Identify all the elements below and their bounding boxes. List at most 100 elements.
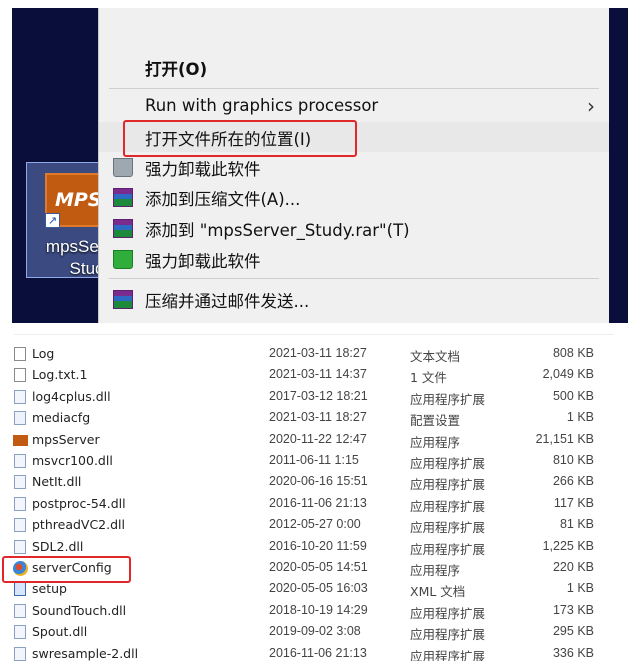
file-size: 295 KB [552, 624, 594, 639]
file-date-modified: 2020-11-22 12:47 [269, 431, 367, 446]
mps-app-icon [13, 434, 28, 446]
file-type: 应用程序扩展 [410, 627, 486, 643]
menu-separator [109, 88, 599, 89]
context-menu: 打开(O) Run with graphics processor › 打开文件… [98, 8, 609, 323]
menu-item-label: 添加到 "mpsServer_Study.rar"(T) [145, 221, 410, 240]
menu-item-add-to-archive[interactable]: 添加到压缩文件(A)... [99, 182, 609, 212]
dll-icon [14, 475, 26, 490]
file-type: 1 文件 [410, 370, 447, 386]
file-type: 文本文档 [410, 349, 461, 364]
file-size: 808 KB [552, 346, 594, 360]
dll-icon [14, 389, 26, 404]
file-date-modified: 2021-03-11 18:27 [269, 410, 367, 425]
menu-item-label: 添加到压缩文件(A)... [145, 190, 301, 209]
winrar-icon [113, 290, 133, 309]
file-type: 应用程序扩展 [410, 391, 486, 407]
file-date-modified: 2017-03-12 18:21 [269, 388, 368, 403]
file-row[interactable]: pthreadVC2.dll 2012-05-27 0:00 应用程序扩展 81 KB [0, 515, 628, 536]
file-date-modified: 2020-05-05 16:03 [269, 581, 368, 596]
file-size: 220 KB [552, 560, 594, 574]
file-icon [14, 368, 26, 383]
file-name: msvcr100.dll [32, 453, 113, 468]
file-type: 应用程序扩展 [410, 477, 486, 493]
file-row[interactable]: postproc-54.dll 2016-11-06 21:13 应用程序扩展 117… [0, 494, 628, 515]
menu-item-add-to-rar[interactable]: 添加到 "mpsServer_Study.rar"(T) [99, 213, 609, 243]
menu-separator [109, 278, 599, 279]
file-name: Log [32, 346, 55, 361]
file-row[interactable]: mediacfg 2021-03-11 18:27 配置设置 1 KB [0, 408, 628, 429]
file-type: 应用程序 [410, 434, 461, 450]
highlight-box-open-location [123, 120, 357, 157]
file-list: Log 2021-03-11 18:27 文本文档 808 KB Log.txt.1 20… [0, 326, 628, 661]
file-row[interactable]: Spout.dll 2019-09-02 3:08 应用程序扩展 295 KB [0, 622, 628, 643]
file-date-modified: 2021-03-11 18:27 [269, 346, 367, 360]
file-type: 应用程序扩展 [410, 605, 486, 621]
file-size: 500 KB [552, 388, 594, 403]
file-size: 173 KB [552, 602, 594, 617]
file-row[interactable]: Log 2021-03-11 18:27 文本文档 808 KB [0, 344, 628, 365]
highlight-box-server-config [2, 556, 131, 583]
file-size: 810 KB [552, 453, 594, 467]
file-name: SDL2.dll [32, 538, 84, 554]
file-row[interactable]: SDL2.dll 2016-10-20 11:59 应用程序扩展 1,225 KB [0, 537, 628, 558]
menu-item-label: 压缩并通过邮件发送... [145, 292, 310, 311]
file-size: 2,049 KB [542, 367, 594, 382]
file-date-modified: 2012-05-27 0:00 [269, 517, 361, 532]
file-name: mediacfg [32, 410, 91, 426]
menu-item-label: 打开(O) [145, 60, 208, 79]
xml-file-icon [14, 582, 26, 597]
file-date-modified: 2021-03-11 14:37 [269, 367, 367, 382]
dll-icon [14, 625, 26, 640]
file-size: 1,225 KB [542, 538, 594, 553]
file-row[interactable]: msvcr100.dll 2011-06-11 1:15 应用程序扩展 810 KB [0, 451, 628, 472]
file-name: swresample-2.dll [32, 645, 139, 661]
file-date-modified: 2019-09-02 3:08 [269, 624, 361, 639]
file-type: 应用程序扩展 [410, 456, 486, 471]
file-type: 应用程序扩展 [410, 541, 486, 557]
file-name: NetIt.dll [32, 474, 82, 490]
file-date-modified: 2020-06-16 15:51 [269, 474, 368, 489]
file-list-top-edge [14, 326, 614, 335]
winrar-icon [113, 219, 133, 238]
file-name: mpsServer [32, 431, 100, 447]
menu-item-label: Run with graphics processor [145, 96, 379, 115]
file-name: log4cplus.dll [32, 388, 111, 404]
file-size: 117 KB [553, 495, 594, 510]
file-size: 336 KB [552, 645, 594, 660]
mps-logo-text: MPS [55, 189, 102, 211]
file-size: 1 KB [566, 581, 594, 596]
trash-icon [113, 158, 133, 177]
file-row[interactable]: swresample-2.dll 2016-11-06 21:13 应用程序扩展 33… [0, 644, 628, 661]
config-icon [14, 411, 26, 426]
file-size: 266 KB [552, 474, 594, 489]
file-row[interactable]: SoundTouch.dll 2018-10-19 14:29 应用程序扩展 173 … [0, 601, 628, 622]
file-type: 应用程序 [410, 563, 461, 578]
file-row[interactable]: log4cplus.dll 2017-03-12 18:21 应用程序扩展 500 K… [0, 387, 628, 408]
menu-item-open[interactable]: 打开(O) [99, 52, 609, 82]
menu-item-force-uninstall-2[interactable]: 强力卸载此软件 [99, 244, 609, 274]
file-name: Log.txt.1 [32, 367, 88, 383]
chevron-right-icon: › [587, 94, 595, 118]
shortcut-arrow-icon: ↗ [45, 213, 60, 228]
green-trash-icon [113, 250, 133, 269]
file-type: 应用程序扩展 [410, 498, 486, 514]
winrar-icon [113, 188, 133, 207]
file-size: 21,151 KB [535, 431, 594, 446]
desktop-screenshot: MPS ↗ mpsServ Study 打开(O) Run with graph… [12, 8, 628, 323]
menu-item-compress-and-email[interactable]: 压缩并通过邮件发送... [99, 284, 609, 314]
file-row[interactable]: Log.txt.1 2021-03-11 14:37 1 文件 2,049 KB [0, 365, 628, 386]
text-file-icon [14, 347, 26, 361]
file-type: XML 文档 [410, 584, 466, 600]
file-size: 1 KB [566, 410, 594, 425]
file-type: 应用程序扩展 [410, 520, 486, 536]
menu-item-label: 强力卸载此软件 [145, 252, 261, 271]
menu-item-run-with-gpu[interactable]: Run with graphics processor › [99, 92, 609, 122]
file-row[interactable]: mpsServer 2020-11-22 12:47 应用程序 21,151 KB [0, 430, 628, 451]
file-date-modified: 2020-05-05 14:51 [269, 560, 368, 574]
file-row[interactable]: NetIt.dll 2020-06-16 15:51 应用程序扩展 266 KB [0, 472, 628, 493]
dll-icon [14, 603, 26, 618]
menu-item-label: 强力卸载此软件 [145, 160, 261, 179]
dll-icon [14, 454, 26, 468]
file-date-modified: 2016-11-06 21:13 [269, 495, 367, 510]
file-date-modified: 2016-10-20 11:59 [269, 538, 367, 553]
